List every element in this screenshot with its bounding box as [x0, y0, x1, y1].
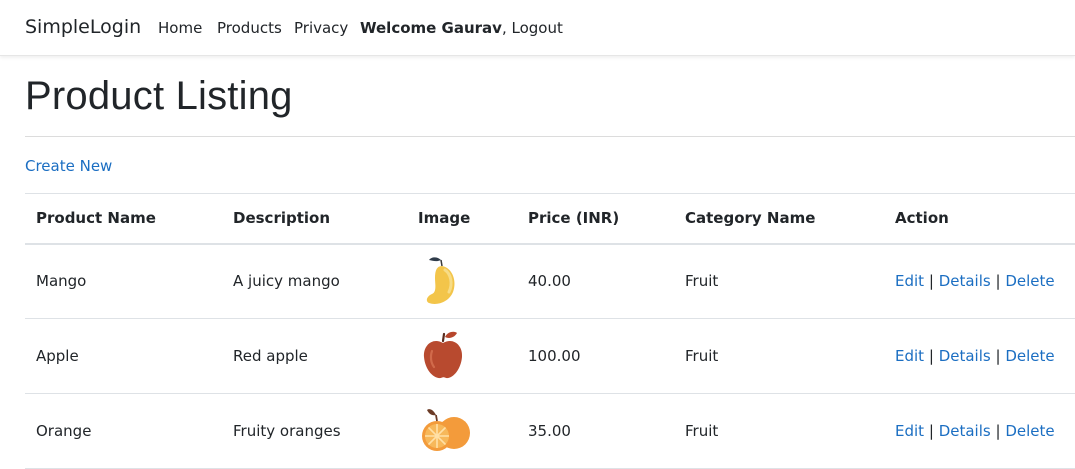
- edit-link[interactable]: Edit: [895, 272, 924, 290]
- description-cell: Fruity oranges: [233, 422, 341, 440]
- action-separator: |: [928, 347, 934, 365]
- apple-icon: [423, 331, 463, 379]
- action-separator: |: [928, 422, 934, 440]
- delete-link[interactable]: Delete: [1005, 422, 1054, 440]
- welcome-separator: ,: [501, 19, 512, 37]
- product-name-cell: Mango: [36, 272, 87, 291]
- description-cell: Red apple: [233, 347, 308, 365]
- orange-icon: [422, 409, 470, 451]
- image-cell: [407, 319, 517, 394]
- nav-products-link[interactable]: Products: [217, 19, 282, 37]
- welcome-area: Welcome Gaurav, Logout: [360, 19, 563, 37]
- welcome-text: Welcome Gaurav: [360, 19, 502, 37]
- header-description: Description: [233, 209, 331, 228]
- details-link[interactable]: Details: [939, 422, 991, 440]
- image-cell: [407, 394, 517, 469]
- edit-link[interactable]: Edit: [895, 347, 924, 365]
- action-cell: Edit | Details | Delete: [884, 394, 1075, 469]
- table-row: Apple Red apple 100.00 Fruit Edit | Deta…: [25, 319, 1075, 394]
- header-category-name: Category Name: [685, 209, 816, 228]
- table-header: Product Name Description Image Price (IN…: [25, 193, 1075, 244]
- details-link[interactable]: Details: [939, 272, 991, 290]
- header-image: Image: [418, 209, 471, 228]
- page-title: Product Listing: [25, 74, 293, 118]
- delete-link[interactable]: Delete: [1005, 272, 1054, 290]
- details-link[interactable]: Details: [939, 347, 991, 365]
- table-body: Mango A juicy mango 40.00 Fruit Edit | D…: [25, 244, 1075, 469]
- image-cell: [407, 244, 517, 319]
- action-separator: |: [995, 422, 1001, 440]
- brand-link[interactable]: SimpleLogin: [25, 16, 141, 38]
- action-separator: |: [928, 272, 934, 291]
- delete-link[interactable]: Delete: [1005, 347, 1054, 365]
- table-header-row: Product Name Description Image Price (IN…: [25, 193, 1075, 244]
- header-product-name: Product Name: [36, 209, 156, 228]
- logout-link[interactable]: Logout: [512, 19, 563, 37]
- category-cell: Fruit: [685, 347, 719, 365]
- edit-link[interactable]: Edit: [895, 422, 924, 440]
- mango-icon: [426, 257, 455, 305]
- price-cell: 100.00: [528, 347, 581, 365]
- create-new-link[interactable]: Create New: [25, 157, 112, 175]
- action-cell: Edit | Details | Delete: [884, 244, 1075, 319]
- price-cell: 35.00: [528, 422, 571, 440]
- action-separator: |: [995, 272, 1001, 291]
- top-navbar: SimpleLogin Home Products Privacy Welcom…: [0, 0, 1075, 56]
- nav-home-link[interactable]: Home: [158, 19, 202, 37]
- header-price: Price (INR): [528, 209, 620, 228]
- header-action: Action: [895, 209, 949, 228]
- table-row: Orange Fruity oranges 35.00 Fruit Edit |…: [25, 394, 1075, 469]
- product-table: Product Name Description Image Price (IN…: [25, 193, 1075, 469]
- title-divider: [25, 136, 1075, 137]
- product-name-cell: Apple: [36, 347, 79, 365]
- nav-privacy-link[interactable]: Privacy: [294, 19, 348, 37]
- category-cell: Fruit: [685, 422, 719, 440]
- category-cell: Fruit: [685, 272, 719, 291]
- product-name-cell: Orange: [36, 422, 92, 440]
- price-cell: 40.00: [528, 272, 571, 291]
- action-cell: Edit | Details | Delete: [884, 319, 1075, 394]
- action-separator: |: [995, 347, 1001, 365]
- table-row: Mango A juicy mango 40.00 Fruit Edit | D…: [25, 244, 1075, 319]
- description-cell: A juicy mango: [233, 272, 340, 291]
